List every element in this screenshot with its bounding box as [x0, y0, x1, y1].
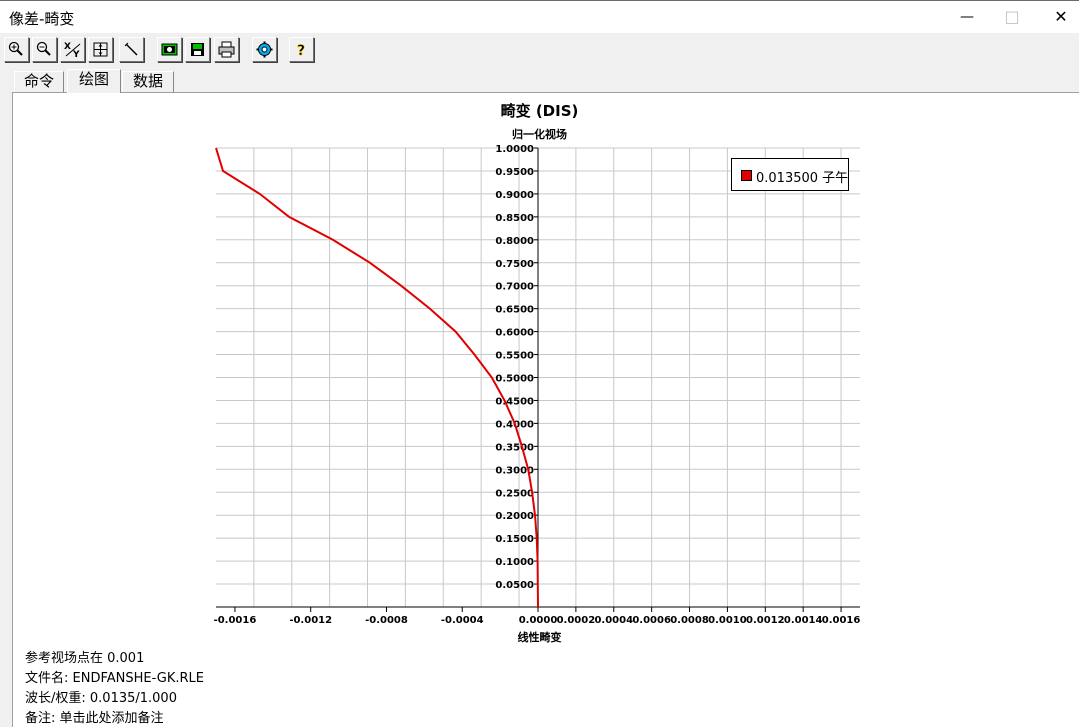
x-tick-label: 0.0014 — [784, 615, 823, 626]
x-tick-label: -0.0004 — [441, 615, 484, 626]
y-tick-label: 0.7000 — [495, 282, 534, 293]
y-tick-label: 0.6000 — [495, 328, 534, 339]
y-tick-label: 0.2500 — [495, 488, 534, 499]
y-tick-label: 0.7500 — [495, 259, 534, 270]
distortion-chart: -0.0016 -0.0012 -0.0008 -0.0004 0.0000 0.0002… — [214, 144, 861, 626]
info-wavelength: 波长/权重: 0.0135/1.000 — [25, 691, 177, 706]
x-tick-label: -0.0008 — [365, 615, 408, 626]
y-tick-label: 0.0500 — [495, 580, 534, 591]
info-file: 文件名: ENDFANSHE-GK.RLE — [25, 671, 204, 686]
y-tick-label: 0.8500 — [495, 213, 534, 224]
y-tick-label: 0.9000 — [495, 190, 534, 201]
y-tick-label: 0.5000 — [495, 374, 534, 385]
legend-swatch — [741, 170, 752, 181]
y-tick-label: 0.6500 — [495, 305, 534, 316]
y-tick-label: 0.3500 — [495, 442, 534, 453]
y-tick-label: 0.4500 — [495, 396, 534, 407]
x-tick-label: 0.0006 — [632, 615, 671, 626]
y-tick-label: 0.2000 — [495, 511, 534, 522]
tab-plot[interactable]: 绘图 — [67, 69, 121, 93]
x-tick-label: 0.0008 — [670, 615, 709, 626]
legend: 0.013500 子午 — [731, 158, 849, 191]
y-tick-label: 0.5500 — [495, 351, 534, 362]
y-tick-label: 0.8000 — [495, 236, 534, 247]
x-tick-label: 0.0000 — [519, 615, 558, 626]
x-tick-label: -0.0012 — [289, 615, 332, 626]
x-tick-label: 0.0010 — [708, 615, 747, 626]
x-tick-label: -0.0016 — [214, 615, 257, 626]
x-tick-label: 0.0004 — [594, 615, 633, 626]
info-ref-field: 参考视场点在 0.001 — [25, 651, 145, 666]
y-tick-label: 1.0000 — [495, 144, 534, 155]
x-tick-label: 0.0016 — [822, 615, 861, 626]
x-tick-label: 0.0012 — [746, 615, 785, 626]
x-tick-label: 0.0002 — [557, 615, 596, 626]
info-note[interactable]: 备注: 单击此处添加备注 — [25, 707, 164, 726]
y-tick-label: 0.1000 — [495, 557, 534, 568]
y-tick-label: 0.9500 — [495, 167, 534, 178]
legend-label: 0.013500 子午 — [756, 171, 849, 186]
y-tick-label: 0.1500 — [495, 534, 534, 545]
